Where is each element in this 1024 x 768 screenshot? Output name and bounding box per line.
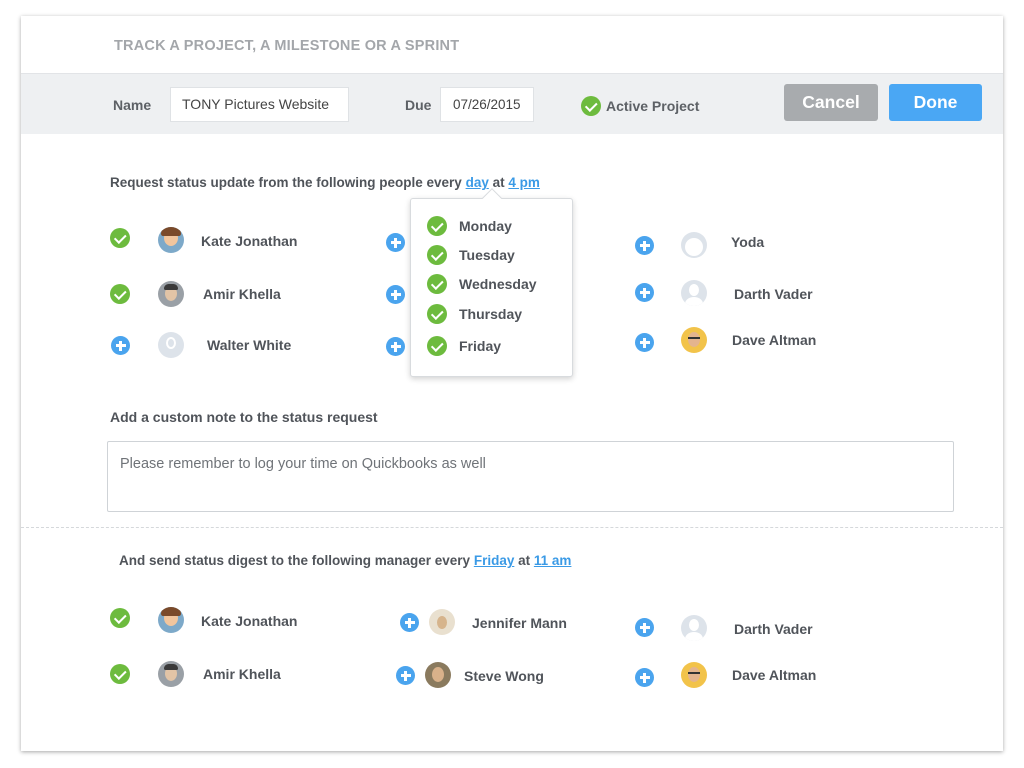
digest-add-steve-plus-icon[interactable] xyxy=(396,666,415,685)
digest-add-dave-altman-plus-icon[interactable] xyxy=(635,668,654,687)
project-name-input[interactable]: TONY Pictures Website xyxy=(170,87,349,122)
digest-time-link[interactable]: 11 am xyxy=(534,553,572,568)
wednesday-check-icon[interactable] xyxy=(427,274,447,294)
avatar-dave-altman xyxy=(681,327,707,353)
person-yoda: Yoda xyxy=(731,234,765,250)
cancel-button[interactable]: Cancel xyxy=(784,84,878,121)
track-project-panel: TRACK A PROJECT, A MILESTONE OR A SPRINT… xyxy=(21,16,1003,751)
avatar-dave-altman xyxy=(681,662,707,688)
digest-sentence: And send status digest to the following … xyxy=(119,553,571,568)
add-dave-altman-plus-icon[interactable] xyxy=(635,333,654,352)
monday-check-icon[interactable] xyxy=(427,216,447,236)
add-person-plus-icon[interactable] xyxy=(386,233,405,252)
due-label: Due xyxy=(405,97,432,113)
avatar-yoda xyxy=(681,232,707,258)
digest-add-jennifer-plus-icon[interactable] xyxy=(400,613,419,632)
add-walter-plus-icon[interactable] xyxy=(111,336,130,355)
digest-at-label: at xyxy=(518,553,531,568)
avatar-amir-khella xyxy=(158,661,184,687)
custom-note-textarea[interactable]: Please remember to log your time on Quic… xyxy=(107,441,954,512)
digest-frequency-link[interactable]: Friday xyxy=(474,553,515,568)
done-button[interactable]: Done xyxy=(889,84,982,121)
person-darth-vader: Darth Vader xyxy=(734,286,813,302)
status-at-label: at xyxy=(492,175,505,190)
add-person-plus-icon[interactable] xyxy=(386,337,405,356)
digest-prefix: And send status digest to the following … xyxy=(119,553,471,568)
active-project-label[interactable]: Active Project xyxy=(606,98,699,114)
digest-person-amir-khella: Amir Khella xyxy=(203,666,281,682)
avatar-amir-khella xyxy=(158,281,184,307)
avatar-darth-vader xyxy=(681,615,707,641)
digest-select-amir-check-icon[interactable] xyxy=(110,664,130,684)
select-kate-check-icon[interactable] xyxy=(110,228,130,248)
due-date-input[interactable]: 07/26/2015 xyxy=(440,87,534,122)
digest-person-steve-wong: Steve Wong xyxy=(464,668,544,684)
friday-check-icon[interactable] xyxy=(427,336,447,356)
digest-person-dave-altman: Dave Altman xyxy=(732,667,817,683)
avatar-jennifer-mann xyxy=(429,609,455,635)
status-request-prefix: Request status update from the following… xyxy=(110,175,462,190)
project-toolbar: Name TONY Pictures Website Due 07/26/201… xyxy=(21,73,1003,134)
digest-person-jennifer-mann: Jennifer Mann xyxy=(472,615,567,631)
status-frequency-link[interactable]: day xyxy=(466,175,489,190)
select-amir-check-icon[interactable] xyxy=(110,284,130,304)
avatar-kate-jonathan xyxy=(158,227,184,253)
day-picker-dropdown: Monday Tuesday Wednesday Thursday Friday xyxy=(410,198,573,377)
add-darth-vader-plus-icon[interactable] xyxy=(635,283,654,302)
status-request-sentence: Request status update from the following… xyxy=(110,175,540,190)
active-project-check-icon[interactable] xyxy=(581,96,601,116)
person-walter-white: Walter White xyxy=(207,337,292,353)
tuesday-check-icon[interactable] xyxy=(427,245,447,265)
avatar-darth-vader xyxy=(681,280,707,306)
avatar-kate-jonathan xyxy=(158,607,184,633)
digest-person-darth-vader: Darth Vader xyxy=(734,621,813,637)
digest-select-kate-check-icon[interactable] xyxy=(110,608,130,628)
avatar-steve-wong xyxy=(425,662,451,688)
panel-title: TRACK A PROJECT, A MILESTONE OR A SPRINT xyxy=(114,38,460,54)
add-person-plus-icon[interactable] xyxy=(386,285,405,304)
person-kate-jonathan: Kate Jonathan xyxy=(201,233,298,249)
person-dave-altman: Dave Altman xyxy=(732,332,817,348)
add-yoda-plus-icon[interactable] xyxy=(635,236,654,255)
custom-note-label: Add a custom note to the status request xyxy=(110,409,378,425)
section-divider xyxy=(21,527,1003,528)
avatar-walter-white xyxy=(158,332,184,358)
custom-note-text: Please remember to log your time on Quic… xyxy=(120,456,486,472)
name-label: Name xyxy=(113,97,152,113)
person-amir-khella: Amir Khella xyxy=(203,286,281,302)
thursday-check-icon[interactable] xyxy=(427,304,447,324)
digest-add-darth-vader-plus-icon[interactable] xyxy=(635,618,654,637)
status-time-link[interactable]: 4 pm xyxy=(508,175,540,190)
digest-person-kate-jonathan: Kate Jonathan xyxy=(201,613,298,629)
